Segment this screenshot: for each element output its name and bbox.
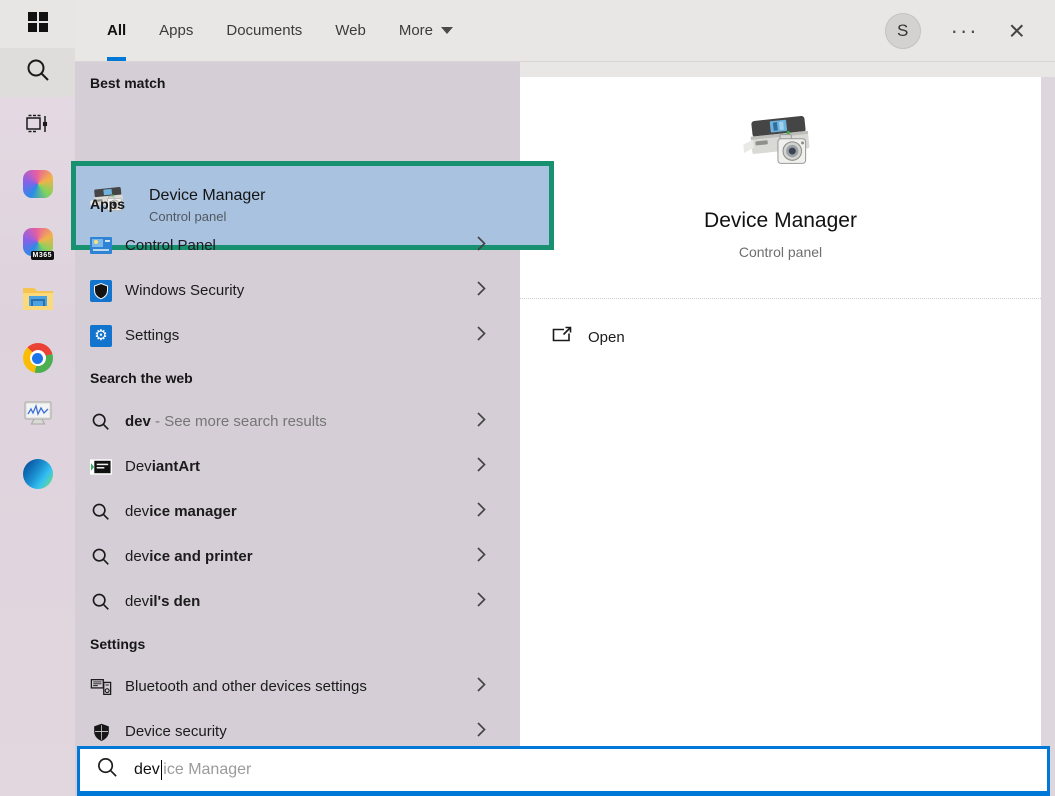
task-view-button[interactable] (0, 97, 75, 155)
copilot-icon (23, 170, 53, 198)
result-web-deviantart[interactable]: DeviantArt (75, 450, 520, 483)
taskbar-search-button[interactable] (0, 48, 75, 97)
preview-title: Device Manager (520, 209, 1041, 233)
close-icon: × (1009, 15, 1025, 46)
search-typed-text: dev (134, 761, 160, 779)
result-control-panel[interactable]: Control Panel (75, 229, 520, 262)
performance-monitor-button[interactable] (0, 387, 75, 445)
chevron-right-icon (477, 411, 486, 432)
tab-web[interactable]: Web (335, 0, 366, 61)
search-filter-tabs: All Apps Documents Web More (107, 0, 453, 61)
result-web-devils-den[interactable]: devil's den (75, 585, 520, 618)
chevron-right-icon (477, 280, 486, 301)
open-external-icon (551, 325, 573, 350)
chevron-right-icon (477, 546, 486, 567)
preview-zone: Device Manager Control panel Open (520, 62, 1055, 796)
start-button[interactable] (0, 0, 75, 48)
device-manager-icon (520, 110, 1041, 191)
file-explorer-icon (22, 285, 54, 316)
bluetooth-devices-icon (90, 676, 112, 698)
result-web-see-more[interactable]: dev - See more search results (75, 405, 520, 438)
windows-logo-icon (28, 12, 48, 37)
result-settings[interactable]: ⚙ Settings (75, 319, 520, 352)
preview-panel: Device Manager Control panel Open (520, 77, 1041, 746)
edge-button[interactable] (0, 445, 75, 503)
chevron-right-icon (477, 501, 486, 522)
search-icon (96, 756, 119, 784)
file-explorer-button[interactable] (0, 271, 75, 329)
section-settings: Settings (90, 636, 145, 652)
search-header: All Apps Documents Web More S ··· × (75, 0, 1055, 62)
result-web-device-and-printer[interactable]: device and printer (75, 540, 520, 573)
result-device-security[interactable]: Device security (75, 715, 520, 748)
tab-all[interactable]: All (107, 0, 126, 61)
open-label: Open (588, 329, 625, 346)
text-cursor (161, 760, 163, 780)
search-flyout: All Apps Documents Web More S ··· × (75, 0, 1055, 796)
copilot-button[interactable] (0, 155, 75, 213)
section-apps: Apps (90, 196, 125, 212)
m365-badge: M365 (31, 251, 55, 260)
divider (520, 298, 1041, 299)
search-icon (90, 412, 112, 432)
search-icon (90, 592, 112, 612)
chevron-down-icon (441, 27, 453, 34)
result-web-device-manager[interactable]: device manager (75, 495, 520, 528)
chevron-right-icon (477, 456, 486, 477)
section-search-the-web: Search the web (90, 370, 193, 386)
results-list: Best match (75, 62, 520, 796)
chevron-right-icon (477, 325, 486, 346)
taskbar: M365 (0, 0, 75, 796)
result-windows-security[interactable]: Windows Security (75, 274, 520, 307)
search-icon (90, 502, 112, 522)
chrome-icon (23, 343, 53, 373)
chevron-right-icon (477, 721, 486, 742)
edge-icon (23, 459, 53, 489)
more-options-button[interactable]: ··· (951, 20, 979, 42)
best-match-subtitle: Control panel (149, 209, 266, 224)
deviantart-logo-icon (90, 459, 112, 475)
tab-apps[interactable]: Apps (159, 0, 193, 61)
settings-gear-icon: ⚙ (90, 325, 112, 347)
user-avatar[interactable]: S (885, 13, 921, 49)
microsoft-365-copilot-button[interactable]: M365 (0, 213, 75, 271)
chrome-button[interactable] (0, 329, 75, 387)
tab-more[interactable]: More (399, 0, 453, 61)
search-icon (90, 547, 112, 567)
close-button[interactable]: × (1009, 15, 1025, 47)
performance-monitor-icon (23, 400, 53, 432)
result-bluetooth-settings[interactable]: Bluetooth and other devices settings (75, 670, 520, 703)
search-icon (25, 57, 51, 88)
preview-subtitle: Control panel (520, 244, 1041, 260)
windows-security-icon (90, 280, 112, 302)
best-match-title: Device Manager (149, 187, 266, 205)
tab-documents[interactable]: Documents (226, 0, 302, 61)
chevron-right-icon (477, 676, 486, 697)
ellipsis-icon: ··· (951, 18, 979, 43)
search-suggestion-text: ice Manager (163, 761, 251, 779)
open-action[interactable]: Open (520, 325, 1041, 350)
chevron-right-icon (477, 591, 486, 612)
search-input[interactable]: dev ice Manager (77, 746, 1050, 796)
section-best-match: Best match (90, 75, 165, 91)
task-view-icon (24, 111, 51, 142)
shield-icon (90, 722, 112, 742)
microsoft-365-copilot-icon: M365 (23, 228, 53, 256)
chevron-right-icon (477, 235, 486, 256)
control-panel-icon (90, 237, 112, 254)
